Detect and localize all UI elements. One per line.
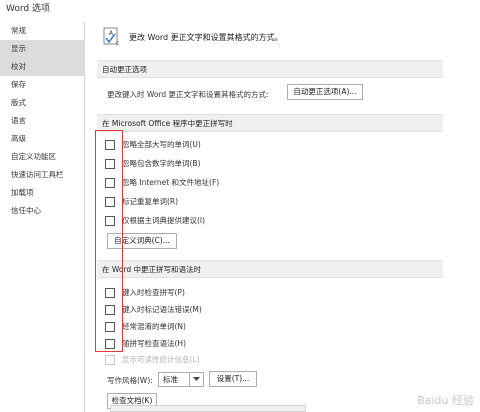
svg-text:C: C bbox=[116, 41, 120, 47]
option-label: 标记重复单词(R) bbox=[122, 197, 179, 206]
window-title: Word 选项 bbox=[6, 4, 50, 14]
watermark: Baidu 经验 bbox=[417, 394, 474, 407]
sidebar-item-display[interactable]: 显示 bbox=[0, 40, 84, 58]
option-label: 键入时标记语法错误(M) bbox=[122, 305, 202, 314]
sidebar-item-proofing[interactable]: 校对 bbox=[0, 58, 84, 76]
section-autocorrect-header: 自动更正选项 bbox=[97, 60, 443, 78]
option-label: 忽略全部大写的单词(U) bbox=[122, 140, 201, 149]
option-label: 显示可读性统计信息(L) bbox=[122, 355, 200, 364]
autocorrect-description: 更改键入时 Word 更正文字和设置其格式的方式: bbox=[107, 90, 269, 99]
highlight-annotation-box bbox=[95, 130, 123, 352]
section-autocorrect-title: 自动更正选项 bbox=[102, 65, 147, 74]
settings-button[interactable]: 设置(T)... bbox=[209, 371, 257, 387]
option-label: 忽略包含数字的单词(B) bbox=[122, 159, 201, 168]
sidebar-item-save[interactable]: 保存 bbox=[0, 76, 84, 94]
sidebar-item-advanced[interactable]: 高级 bbox=[0, 130, 84, 148]
sidebar-item-addins[interactable]: 加载项 bbox=[0, 184, 84, 202]
option-label: 忽略 Internet 和文件地址(F) bbox=[122, 178, 220, 187]
window-titlebar: Word 选项 bbox=[0, 0, 480, 14]
writing-style-label: 写作风格(W): bbox=[107, 376, 153, 385]
proofing-abc-icon: A C bbox=[103, 27, 121, 47]
sidebar: 常规 显示 校对 保存 版式 语言 高级 自定义功能区 快速访问工具栏 加载项 … bbox=[0, 22, 84, 412]
sidebar-item-general[interactable]: 常规 bbox=[0, 22, 84, 40]
section-office-header: 在 Microsoft Office 程序中更正拼写时 bbox=[97, 114, 443, 132]
autocorrect-options-button[interactable]: 自动更正选项(A)... bbox=[287, 84, 363, 100]
sidebar-item-language[interactable]: 语言 bbox=[0, 112, 84, 130]
sidebar-item-layout[interactable]: 版式 bbox=[0, 94, 84, 112]
option-label: 仅根据主词典提供建议(I) bbox=[122, 216, 206, 225]
writing-style-value: 标准 bbox=[163, 375, 178, 384]
option-label: 键入时检查拼写(P) bbox=[122, 288, 185, 297]
chevron-down-icon[interactable] bbox=[189, 373, 203, 386]
section-office-title: 在 Microsoft Office 程序中更正拼写时 bbox=[102, 119, 233, 128]
sidebar-item-customize-ribbon[interactable]: 自定义功能区 bbox=[0, 148, 84, 166]
horizontal-scrollbar[interactable] bbox=[110, 405, 306, 412]
main-panel: A C 更改 Word 更正文字和设置其格式的方式。 自动更正选项 更改键入时 … bbox=[85, 14, 480, 412]
writing-style-select[interactable]: 标准 bbox=[158, 372, 204, 387]
section-word-header: 在 Word 中更正拼写和语法时 bbox=[97, 260, 443, 278]
sidebar-item-quick-access[interactable]: 快速访问工具栏 bbox=[0, 166, 84, 184]
checkbox[interactable] bbox=[105, 355, 115, 365]
option-label: 经常混淆的单词(N) bbox=[122, 322, 186, 331]
option-label: 随拼写检查语法(H) bbox=[122, 339, 186, 348]
page-description: 更改 Word 更正文字和设置其格式的方式。 bbox=[129, 33, 283, 42]
sidebar-item-trust-center[interactable]: 信任中心 bbox=[0, 202, 84, 220]
